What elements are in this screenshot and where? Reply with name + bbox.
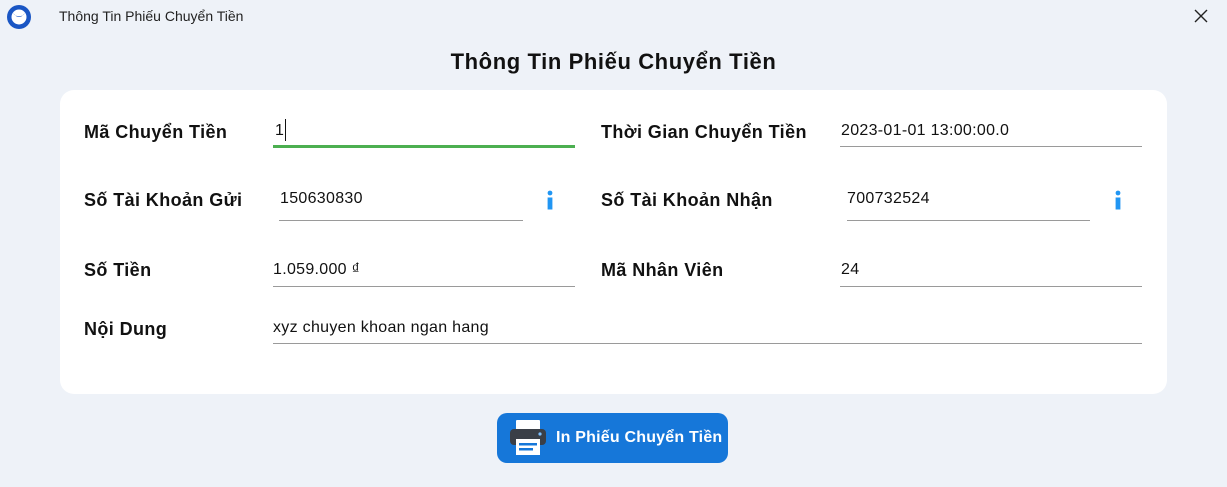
close-icon (1194, 9, 1208, 23)
transfer-id-input[interactable]: 1 (273, 119, 575, 148)
transfer-id-label: Mã Chuyển Tiền (84, 122, 228, 142)
window-title: Thông Tin Phiếu Chuyển Tiền (59, 8, 244, 24)
receiver-account-info-icon[interactable] (1113, 189, 1123, 211)
sender-account-input[interactable]: 150630830 (279, 189, 523, 221)
title-bar: Thông Tin Phiếu Chuyển Tiền (0, 0, 1227, 34)
transfer-time-input[interactable]: 2023-01-01 13:00:00.0 (840, 121, 1142, 147)
amount-label: Số Tiền (84, 260, 152, 280)
close-button[interactable] (1186, 0, 1216, 32)
content-label: Nội Dung (84, 319, 168, 339)
printer-icon (510, 420, 546, 455)
content-input[interactable]: xyz chuyen khoan ngan hang (273, 318, 1142, 344)
receiver-account-label: Số Tài Khoản Nhận (601, 190, 773, 210)
employee-id-label: Mã Nhân Viên (601, 260, 724, 280)
transfer-time-label: Thời Gian Chuyển Tiền (601, 122, 807, 142)
sender-account-label: Số Tài Khoản Gửi (84, 190, 243, 210)
text-caret (285, 119, 287, 141)
page-title: Thông Tin Phiếu Chuyển Tiền (450, 49, 777, 74)
app-logo-icon (7, 5, 31, 29)
amount-input[interactable]: 1.059.000 ₫ (273, 260, 575, 287)
receiver-account-input[interactable]: 700732524 (847, 189, 1090, 221)
sender-account-info-icon[interactable] (545, 189, 555, 211)
employee-id-input[interactable]: 24 (840, 260, 1142, 287)
print-transfer-button[interactable]: In Phiếu Chuyển Tiền (497, 413, 728, 463)
print-button-label: In Phiếu Chuyển Tiền (556, 429, 723, 446)
transfer-id-value: 1 (275, 122, 285, 140)
